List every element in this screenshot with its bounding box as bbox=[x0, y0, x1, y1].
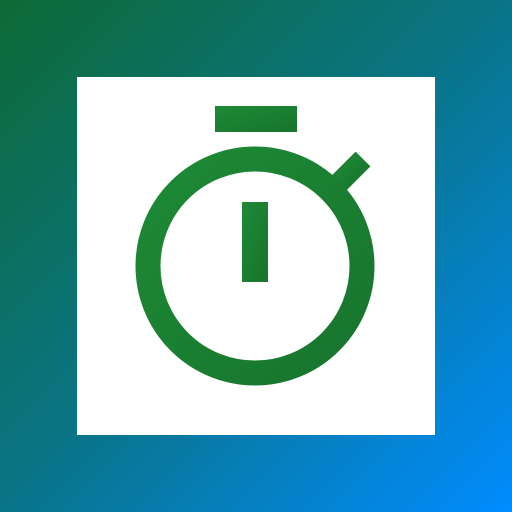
icon-tile bbox=[77, 77, 435, 435]
stopwatch-icon bbox=[135, 106, 375, 386]
app-icon[interactable] bbox=[0, 0, 512, 512]
stopwatch-hand bbox=[242, 202, 268, 282]
stopwatch-crown bbox=[215, 106, 297, 132]
